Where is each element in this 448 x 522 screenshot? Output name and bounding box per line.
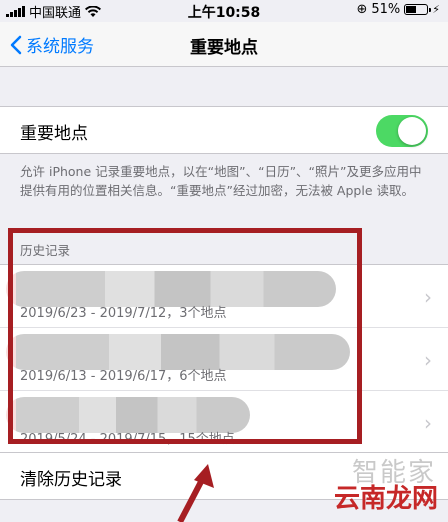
history-section-header: 历史记录 (20, 243, 71, 258)
chevron-right-icon: › (424, 285, 432, 309)
clear-history-label: 清除历史记录 (20, 470, 122, 490)
chevron-right-icon: › (424, 348, 432, 372)
switch-knob (398, 117, 426, 145)
significant-locations-switch[interactable] (376, 115, 428, 147)
orientation-lock-icon: ⊕ (356, 2, 368, 17)
history-row[interactable]: 2019/5/24 - 2019/7/15，15个地点 › (0, 391, 448, 453)
history-row-subtitle: 2019/6/23 - 2019/7/12，3个地点 (20, 306, 227, 321)
battery-icon (404, 4, 432, 15)
history-row[interactable]: 2019/6/23 - 2019/7/12，3个地点 › (0, 265, 448, 328)
status-bar: 中国联通 上午10:58 ⊕ 51% ⚡ (0, 0, 448, 22)
history-row[interactable]: 2019/6/13 - 2019/6/17，6个地点 › (0, 328, 448, 391)
history-list: 2019/6/23 - 2019/7/12，3个地点 › 2019/6/13 -… (0, 264, 448, 454)
significant-locations-cell: 重要地点 (0, 106, 448, 154)
watermark-red: 云南龙网 (333, 484, 438, 514)
history-row-subtitle: 2019/6/13 - 2019/6/17，6个地点 (20, 369, 227, 384)
significant-locations-description: 允许 iPhone 记录重要地点，以在“地图”、“日历”、“照片”及更多应用中提… (20, 164, 422, 198)
significant-locations-label: 重要地点 (20, 124, 88, 144)
history-row-subtitle: 2019/5/24 - 2019/7/15，15个地点 (20, 432, 235, 447)
chevron-right-icon: › (424, 411, 432, 435)
page-title: 重要地点 (190, 38, 258, 58)
battery-percent: 51% (371, 2, 401, 17)
charging-icon: ⚡ (432, 3, 440, 16)
arrow-annotation-icon (177, 464, 214, 522)
navigation-bar: 系统服务 重要地点 (0, 22, 448, 67)
